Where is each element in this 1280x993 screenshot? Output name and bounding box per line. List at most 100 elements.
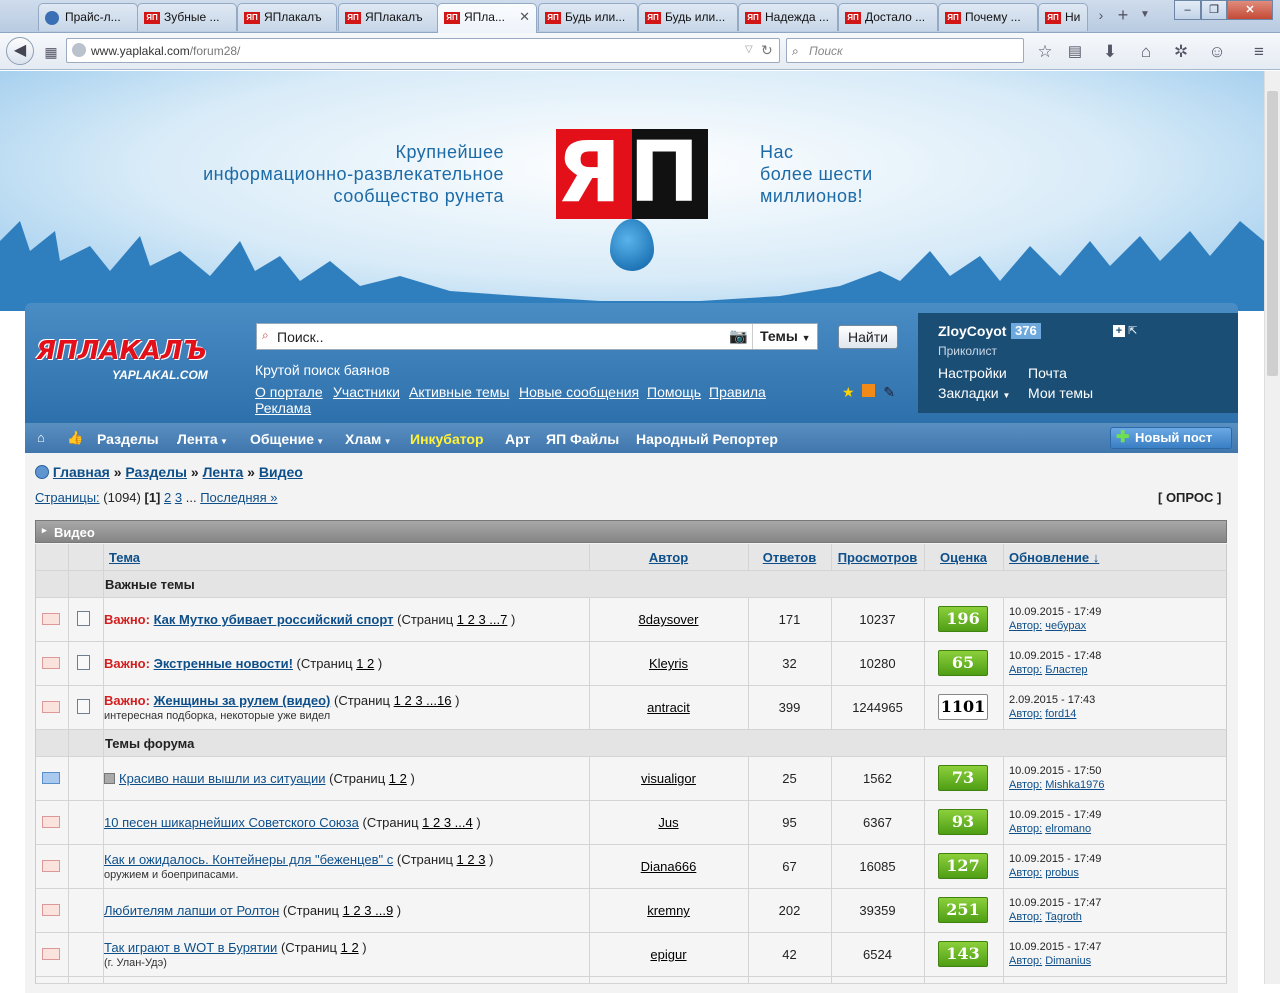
close-window-icon[interactable]: ✕ <box>1227 0 1273 20</box>
url-dropdown-icon[interactable]: ▽ <box>745 44 753 55</box>
crumb-home[interactable]: Главная <box>53 464 110 480</box>
author-link[interactable]: Kleyris <box>589 656 748 671</box>
header-link[interactable]: Активные темы <box>409 384 510 400</box>
menu-item[interactable]: Лента ▼ <box>177 431 228 447</box>
crumb-feed[interactable]: Лента <box>203 464 244 480</box>
column-header-rating[interactable]: Оценка <box>924 550 1003 565</box>
by-user-link[interactable]: чебурах <box>1045 620 1086 632</box>
browser-tab[interactable]: ЯП Надежда ... <box>738 3 838 31</box>
header-link[interactable]: Новые сообщения <box>519 384 639 400</box>
page-links[interactable]: 1 2 3 ...9 <box>343 903 394 918</box>
by-label[interactable]: Автор: <box>1009 823 1042 835</box>
browser-tab[interactable]: Прайс-л... <box>38 3 138 31</box>
page-2-link[interactable]: 2 <box>164 490 171 505</box>
by-user-link[interactable]: elromano <box>1045 823 1091 835</box>
header-link[interactable]: Участники <box>333 384 400 400</box>
by-label[interactable]: Автор: <box>1009 708 1042 720</box>
browser-tab[interactable]: ЯП Почему ... <box>938 3 1038 31</box>
home-icon[interactable]: ⌂ <box>1133 40 1159 64</box>
menu-hamburger-icon[interactable]: ≡ <box>1246 40 1272 64</box>
column-header-views[interactable]: Просмотров <box>831 550 924 565</box>
author-link[interactable]: 8daysover <box>589 612 748 627</box>
username[interactable]: ZloyCoyot <box>938 323 1006 339</box>
browser-tab[interactable]: ЯП ЯПлакалъ <box>237 3 337 31</box>
chat-icon[interactable]: ☺ <box>1204 40 1230 64</box>
browser-tab[interactable]: ЯП Будь или... <box>638 3 738 31</box>
reload-icon[interactable]: ↻ <box>761 42 773 59</box>
header-link[interactable]: О портале <box>255 384 323 400</box>
page-links[interactable]: 1 2 3 ...7 <box>457 612 508 627</box>
logout-icon[interactable]: ⇱ <box>1128 325 1137 337</box>
reading-list-icon[interactable]: ▤ <box>1062 40 1088 64</box>
topic-link[interactable]: Женщины за рулем (видео) <box>154 693 331 708</box>
topic-link[interactable]: Экстренные новости! <box>154 656 293 671</box>
browser-tab[interactable]: ЯП ЯПла... ✕ <box>437 3 537 33</box>
last-page-link[interactable]: Последняя » <box>200 490 277 505</box>
scrollbar-thumb[interactable] <box>1267 91 1278 376</box>
back-button[interactable]: ◀ <box>6 37 34 65</box>
topic-link[interactable]: Красиво наши вышли из ситуации <box>119 771 326 786</box>
page-links[interactable]: 1 2 <box>356 656 374 671</box>
browser-tab[interactable]: ЯП Достало ... <box>838 3 938 31</box>
column-header-replies[interactable]: Ответов <box>748 550 831 565</box>
column-header-topic[interactable]: Тема <box>109 550 589 565</box>
menu-item[interactable]: ЯП Файлы <box>546 431 619 447</box>
by-user-link[interactable]: Бластер <box>1045 664 1087 676</box>
search-scope-select[interactable]: Темы ▼ <box>752 324 818 349</box>
bookmark-star-icon[interactable]: ☆ <box>1032 40 1058 64</box>
by-label[interactable]: Автор: <box>1009 955 1042 967</box>
downloads-icon[interactable]: ⬇ <box>1097 40 1123 64</box>
browser-tab[interactable]: ЯП Ни <box>1038 3 1088 31</box>
header-link[interactable]: Правила <box>709 384 766 400</box>
author-link[interactable]: epigur <box>589 947 748 962</box>
topic-link[interactable]: 10 песен шикарнейших Советского Союза <box>104 815 359 830</box>
page-links[interactable]: 1 2 <box>389 771 407 786</box>
by-user-link[interactable]: probus <box>1045 867 1079 879</box>
by-label[interactable]: Автор: <box>1009 911 1042 923</box>
by-user-link[interactable]: Mishka1976 <box>1045 779 1104 791</box>
topic-link[interactable]: Как Мутко убивает российский спорт <box>154 612 394 627</box>
home-icon[interactable]: ⌂ <box>37 430 45 445</box>
find-button[interactable]: Найти <box>838 325 898 349</box>
new-post-button[interactable]: ✚ Новый пост <box>1110 427 1232 449</box>
page-links[interactable]: 1 2 3 ...16 <box>394 693 452 708</box>
by-label[interactable]: Автор: <box>1009 779 1042 791</box>
site-search-input[interactable]: ⌕ Поиск.. 📷 Темы ▼ <box>256 323 818 350</box>
page-links[interactable]: 1 2 3 ...4 <box>422 815 473 830</box>
author-link[interactable]: Diana666 <box>589 859 748 874</box>
by-user-link[interactable]: Dimanius <box>1045 955 1091 967</box>
close-tab-icon[interactable]: ✕ <box>519 9 530 25</box>
bookmarks-link[interactable]: Закладки ▼ <box>938 385 1010 401</box>
header-link[interactable]: Реклама <box>255 400 311 416</box>
column-header-updated[interactable]: Обновление ↓ <box>1009 550 1228 565</box>
browser-tab[interactable]: ЯП Зубные ... <box>137 3 237 31</box>
browser-search-input[interactable]: ⌕ Поиск <box>786 38 1024 63</box>
minimize-window-icon[interactable]: – <box>1174 0 1201 20</box>
menu-item[interactable]: Народный Репортер <box>636 431 778 447</box>
by-label[interactable]: Автор: <box>1009 867 1042 879</box>
menu-item[interactable]: Разделы <box>97 431 159 447</box>
menu-item[interactable]: Хлам ▼ <box>345 431 392 447</box>
pages-label[interactable]: Страницы: <box>35 490 100 505</box>
header-link[interactable]: Помощь <box>647 384 701 400</box>
camera-icon[interactable]: 📷 <box>729 327 748 345</box>
author-link[interactable]: kremny <box>589 903 748 918</box>
topic-link[interactable]: Так играют в WOT в Бурятии <box>104 940 277 955</box>
page-3-link[interactable]: 3 <box>175 490 182 505</box>
poll-button[interactable]: [ ОПРОС ] <box>1158 490 1221 505</box>
menu-item[interactable]: Инкубатор <box>410 431 484 447</box>
by-user-link[interactable]: Tagroth <box>1045 911 1082 923</box>
column-header-author[interactable]: Автор <box>589 550 748 565</box>
thumbs-up-icon[interactable]: 👍 <box>67 430 83 446</box>
favorites-star-icon[interactable]: ★ <box>842 384 855 400</box>
topic-link[interactable]: Как и ожидалось. Контейнеры для "беженце… <box>104 852 393 867</box>
restore-window-icon[interactable]: ❐ <box>1201 0 1227 20</box>
page-links[interactable]: 1 2 3 <box>457 852 486 867</box>
rss-icon[interactable] <box>862 384 876 397</box>
sidebar-grid-icon[interactable]: ▦ <box>38 40 64 64</box>
site-logo[interactable]: ЯПЛАКАЛЪ YAPLAKAL.COM <box>36 336 236 386</box>
plus-box-icon[interactable]: + <box>1113 325 1125 337</box>
mail-link[interactable]: Почта <box>1028 365 1067 381</box>
page-links[interactable]: 1 2 <box>341 940 359 955</box>
my-topics-link[interactable]: Мои темы <box>1028 385 1093 401</box>
